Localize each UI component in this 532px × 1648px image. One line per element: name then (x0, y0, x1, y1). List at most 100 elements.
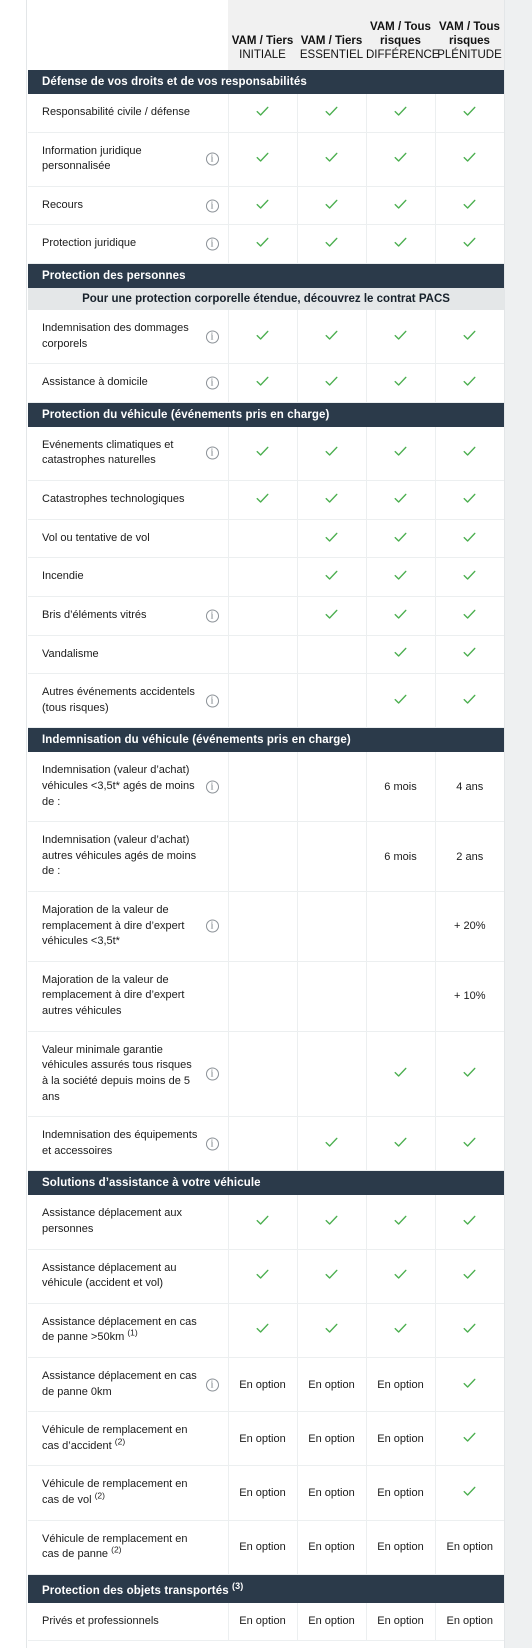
cell-included (228, 94, 298, 133)
cell-value: En option (228, 1357, 298, 1413)
feature-label-text: Indemnisation des équipements et accesso… (42, 1129, 198, 1157)
info-icon[interactable]: i (205, 152, 219, 166)
cell-included (297, 186, 367, 226)
cell-value-text: En option (377, 1432, 424, 1445)
check-icon (462, 530, 477, 545)
plan-name: VAM / Tiers (231, 34, 294, 47)
plan-tier: PLÉNITUDE (437, 48, 502, 61)
cell-value-text: 6 mois (384, 780, 417, 793)
cell-included (435, 1357, 504, 1413)
cell-included (435, 635, 504, 675)
info-icon[interactable]: i (205, 1067, 219, 1081)
cell-empty (297, 961, 367, 1032)
info-icon[interactable]: i (205, 237, 219, 251)
cell-empty (297, 891, 367, 962)
cell-included (366, 1195, 436, 1250)
cell-included (366, 310, 436, 365)
feature-label-cell: Assistance déplacement au véhicule (acci… (28, 1249, 229, 1304)
check-icon (324, 197, 339, 212)
check-icon (324, 104, 339, 119)
info-icon[interactable]: i (205, 919, 219, 933)
feature-label-text: Catastrophes technologiques (42, 493, 185, 506)
info-icon[interactable]: i (205, 446, 219, 460)
feature-label-cell: Vol ou tentative de vol (28, 519, 229, 559)
cell-value: En option (228, 1411, 298, 1467)
cell-included (297, 132, 367, 187)
cell-value: En option (366, 1465, 436, 1521)
cell-empty (297, 821, 367, 893)
check-icon (255, 150, 270, 165)
section-subbanner-text[interactable]: Pour une protection corporelle étendue, … (28, 288, 504, 311)
check-icon (462, 568, 477, 583)
cell-value: En option (228, 1602, 298, 1642)
feature-row: Véhicule de remplacement en cas de vol (… (28, 1465, 504, 1521)
cell-included (228, 1249, 298, 1304)
table-header: VAM / Tiers INITIALE VAM / Tiers ESSENTIEL V… (28, 0, 504, 70)
feature-row: Majoration de la valeur de remplacement … (28, 891, 504, 962)
cell-included (435, 1195, 504, 1250)
cell-included (228, 1195, 298, 1250)
cell-included (366, 673, 436, 729)
cell-included (297, 1195, 367, 1250)
check-icon (462, 150, 477, 165)
cell-included (228, 186, 298, 226)
feature-label-cell: Assistance déplacement aux personnes (28, 1195, 229, 1250)
feature-label-cell: Véhicule de remplacement en cas d’accide… (28, 1411, 229, 1467)
cell-value: En option (435, 1520, 504, 1575)
cell-included (435, 426, 504, 482)
feature-label-text: Majoration de la valeur de remplacement … (42, 973, 185, 1018)
check-icon (324, 530, 339, 545)
section-subbanner-row[interactable]: Pour une protection corporelle étendue, … (28, 288, 504, 311)
cell-included (435, 480, 504, 520)
comparison-sheet: VAM / Tiers INITIALE VAM / Tiers ESSENTIEL V… (28, 0, 504, 1648)
page-gutter-right (504, 0, 532, 1648)
info-icon[interactable]: i (205, 609, 219, 623)
cell-value: En option (366, 1357, 436, 1413)
check-icon (324, 1267, 339, 1282)
feature-label-text: Vandalisme (42, 647, 99, 660)
info-icon[interactable]: i (205, 694, 219, 708)
cell-value: 4 ans (435, 752, 504, 823)
check-icon (393, 1065, 408, 1080)
check-icon (462, 1321, 477, 1336)
cell-value: En option (297, 1411, 367, 1467)
info-icon[interactable]: i (205, 199, 219, 213)
header-corner-cell (28, 0, 228, 70)
cell-included (435, 224, 504, 265)
check-icon (255, 1321, 270, 1336)
info-icon[interactable]: i (205, 330, 219, 344)
info-icon[interactable]: i (205, 376, 219, 390)
check-icon (255, 197, 270, 212)
check-icon (462, 692, 477, 707)
feature-label-cell: Assistance à domicile i (28, 363, 229, 403)
cell-value: En option (297, 1357, 367, 1413)
check-icon (393, 235, 408, 250)
section-header-row: Solutions d’assistance à votre véhicule (28, 1170, 504, 1196)
feature-row: Information juridique personnalisée i (28, 132, 504, 187)
feature-label-cell: Majoration de la valeur de remplacement … (28, 891, 229, 962)
feature-footnote: (2) (94, 1490, 105, 1501)
feature-label-cell: Valeur minimale garantie véhicules assur… (28, 1031, 229, 1118)
feature-row: Véhicule de remplacement en cas de panne… (28, 1520, 504, 1575)
feature-row: Indemnisation (valeur d’achat) autres vé… (28, 821, 504, 893)
section-title-text: Protection du véhicule (événements pris … (42, 408, 330, 421)
cell-included (366, 132, 436, 187)
feature-row: Assistance déplacement en cas de panne 0… (28, 1357, 504, 1413)
info-icon[interactable]: i (205, 780, 219, 794)
check-icon (462, 1430, 477, 1445)
feature-label-cell: Responsabilité civile / défense (28, 94, 229, 133)
cell-value-text: En option (308, 1615, 355, 1628)
plan-tier: INITIALE (239, 48, 286, 61)
cell-included (366, 363, 436, 403)
cell-empty (228, 821, 298, 893)
cell-value-text: En option (308, 1378, 355, 1391)
info-icon[interactable]: i (205, 1378, 219, 1392)
feature-label-cell: Indemnisation des équipements et accesso… (28, 1116, 229, 1172)
cell-included (366, 519, 436, 559)
cell-included (366, 1116, 436, 1172)
cell-included (366, 557, 436, 597)
cell-empty (366, 891, 436, 962)
check-icon (393, 1213, 408, 1228)
cell-included (366, 94, 436, 133)
info-icon[interactable]: i (205, 1137, 219, 1151)
